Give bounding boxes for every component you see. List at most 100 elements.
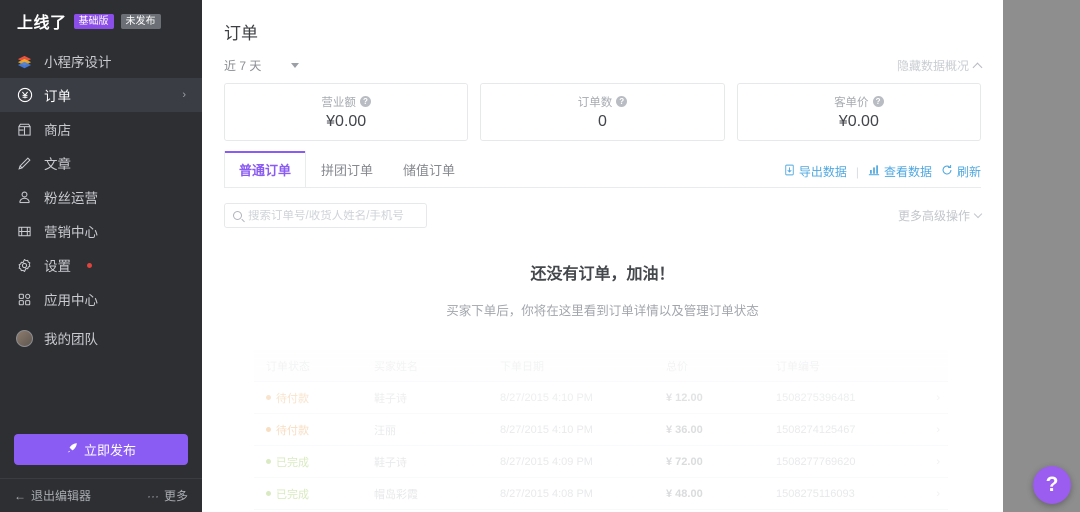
refresh-icon	[941, 164, 953, 179]
status-dot	[266, 395, 271, 400]
search-icon	[233, 211, 242, 220]
tab-group-orders[interactable]: 拼团订单	[306, 160, 388, 187]
stat-label-text: 营业额	[321, 96, 356, 109]
sidebar-item-orders[interactable]: 订单 ›	[0, 78, 202, 112]
chevron-right-icon: ›	[182, 89, 186, 101]
sidebar-footer-bar: ← 退出编辑器 ··· 更多	[0, 478, 202, 512]
cell-order-no: 1508277769620	[776, 455, 856, 468]
date-range-select[interactable]: 近 7 天	[224, 57, 300, 74]
table-row[interactable]: 已完成 帽岛彩霞 8/27/2015 4:08 PM ¥ 48.00 15082…	[254, 478, 948, 510]
ticket-icon	[16, 223, 33, 240]
more-button[interactable]: ··· 更多	[147, 487, 188, 504]
sidebar-item-label: 文章	[44, 157, 71, 172]
page-title: 订单	[224, 24, 258, 43]
cell-status: 已完成	[254, 454, 374, 470]
gear-icon	[16, 257, 33, 274]
tab-stored-value-orders[interactable]: 储值订单	[388, 160, 470, 187]
help-icon[interactable]: ?	[616, 96, 628, 107]
chevron-up-icon	[972, 62, 983, 72]
view-data-button[interactable]: 查看数据	[868, 163, 932, 180]
export-icon	[784, 164, 795, 179]
pen-icon	[16, 155, 33, 172]
chevron-down-icon	[973, 209, 983, 219]
publish-button[interactable]: 立即发布	[14, 434, 188, 465]
main-panel: 订单 近 7 天 隐藏数据概况 营业额 ? ¥0.00 订单数 ? 0 客单价 …	[202, 0, 1003, 512]
cell-buyer: 鞋子诗	[374, 392, 407, 405]
arrow-left-icon: ←	[14, 488, 26, 503]
search-box[interactable]	[224, 203, 427, 228]
table-row[interactable]: 已完成 鞋子诗 8/27/2015 4:09 PM ¥ 72.00 150827…	[254, 446, 948, 478]
stat-value: ¥0.00	[326, 112, 367, 130]
cell-buyer: 鞋子诗	[374, 456, 407, 469]
cell-total: ¥ 12.00	[666, 391, 703, 404]
sidebar-nav: 小程序设计 订单 › 商店 文章 粉丝运营 营销中心 设置 应用中心 我的团队	[0, 44, 202, 355]
table-row[interactable]: 待付款 汪丽 8/27/2015 4:10 PM ¥ 36.00 1508274…	[254, 414, 948, 446]
status-label: 待付款	[276, 424, 309, 437]
sidebar-item-label: 订单	[44, 89, 71, 104]
hide-overview-label: 隐藏数据概况	[896, 59, 969, 73]
sidebar-item-fans[interactable]: 粉丝运营	[0, 180, 202, 214]
export-data-button[interactable]: 导出数据	[784, 163, 847, 180]
notification-dot	[87, 262, 92, 268]
cell-buyer: 帽岛彩霞	[374, 488, 418, 501]
refresh-button[interactable]: 刷新	[941, 163, 981, 180]
background-canvas: ••• •••	[1003, 0, 1080, 512]
advanced-operations-toggle[interactable]: 更多高级操作	[897, 207, 983, 224]
stat-label-text: 订单数	[577, 96, 613, 109]
cell-date: 8/27/2015 4:10 PM	[500, 391, 593, 404]
cell-order-no: 1508275116093	[776, 487, 855, 500]
export-data-label: 导出数据	[798, 165, 847, 179]
advanced-operations-label: 更多高级操作	[897, 209, 970, 223]
table-row[interactable]: 待付款 鞋子诗 8/27/2015 4:10 PM ¥ 12.00 150827…	[254, 382, 948, 414]
stats-row: 营业额 ? ¥0.00 订单数 ? 0 客单价 ? ¥0.00	[202, 74, 1003, 141]
cell-total: ¥ 48.00	[666, 487, 703, 500]
stat-label: 营业额 ?	[321, 94, 371, 110]
plan-badge: 基础版	[73, 13, 114, 29]
cell-buyer: 汪丽	[374, 424, 396, 437]
column-header-date: 下单日期	[500, 360, 544, 373]
help-icon[interactable]: ?	[359, 96, 371, 107]
refresh-label: 刷新	[956, 165, 981, 179]
grid-apps-icon	[16, 291, 33, 308]
date-range-value: 近 7 天	[224, 59, 262, 73]
sidebar-item-marketing[interactable]: 营销中心	[0, 214, 202, 248]
cell-status: 待付款	[254, 390, 374, 406]
status-dot	[266, 459, 271, 464]
sidebar-item-label: 粉丝运营	[44, 191, 98, 206]
column-header-order-no: 订单编号	[776, 360, 820, 373]
cell-date: 8/27/2015 4:10 PM	[500, 423, 593, 436]
table-header-row: 订单状态 买家姓名 下单日期 总价 订单编号	[254, 350, 948, 382]
filter-row: 更多高级操作	[202, 188, 1003, 228]
rocket-icon	[66, 442, 78, 457]
exit-editor-button[interactable]: ← 退出编辑器	[14, 487, 91, 504]
brand-row: 上线了 基础版 未发布	[0, 0, 202, 42]
status-label: 待付款	[276, 392, 309, 405]
sidebar-item-miniprogram-design[interactable]: 小程序设计	[0, 44, 202, 78]
toolbar-actions: 导出数据 | 查看数据 刷新	[784, 163, 981, 187]
tab-normal-orders[interactable]: 普通订单	[224, 151, 307, 187]
hide-overview-toggle[interactable]: 隐藏数据概况	[896, 57, 983, 74]
stat-card-avg-order-value: 客单价 ? ¥0.00	[736, 83, 981, 141]
app-logo[interactable]: 上线了	[17, 9, 67, 33]
sidebar-item-app-center[interactable]: 应用中心	[0, 282, 202, 316]
overview-controls-row: 近 7 天 隐藏数据概况	[202, 44, 1003, 74]
column-header-buyer: 买家姓名	[374, 360, 418, 373]
bar-chart-icon	[868, 164, 880, 179]
sidebar-item-articles[interactable]: 文章	[0, 146, 202, 180]
sidebar-item-settings[interactable]: 设置	[0, 248, 202, 282]
avatar-icon	[16, 329, 33, 347]
help-icon[interactable]: ?	[872, 96, 884, 107]
sidebar-item-store[interactable]: 商店	[0, 112, 202, 146]
chevron-right-icon: ›	[936, 391, 940, 404]
empty-state-subtitle: 买家下单后，你将在这里看到订单详情以及管理订单状态	[446, 304, 759, 318]
sidebar-item-my-team[interactable]: 我的团队	[0, 321, 202, 355]
help-button[interactable]: ?	[1033, 466, 1071, 504]
cell-date: 8/27/2015 4:08 PM	[500, 487, 593, 500]
search-input[interactable]	[248, 209, 418, 222]
ellipsis-icon: ···	[146, 488, 159, 503]
users-icon	[16, 189, 33, 206]
publish-button-label: 立即发布	[83, 443, 136, 458]
tabs-row: 普通订单 拼团订单 储值订单 导出数据 | 查看数据 刷新	[224, 151, 981, 188]
stat-value: 0	[598, 112, 607, 130]
cell-total: ¥ 36.00	[666, 423, 703, 436]
